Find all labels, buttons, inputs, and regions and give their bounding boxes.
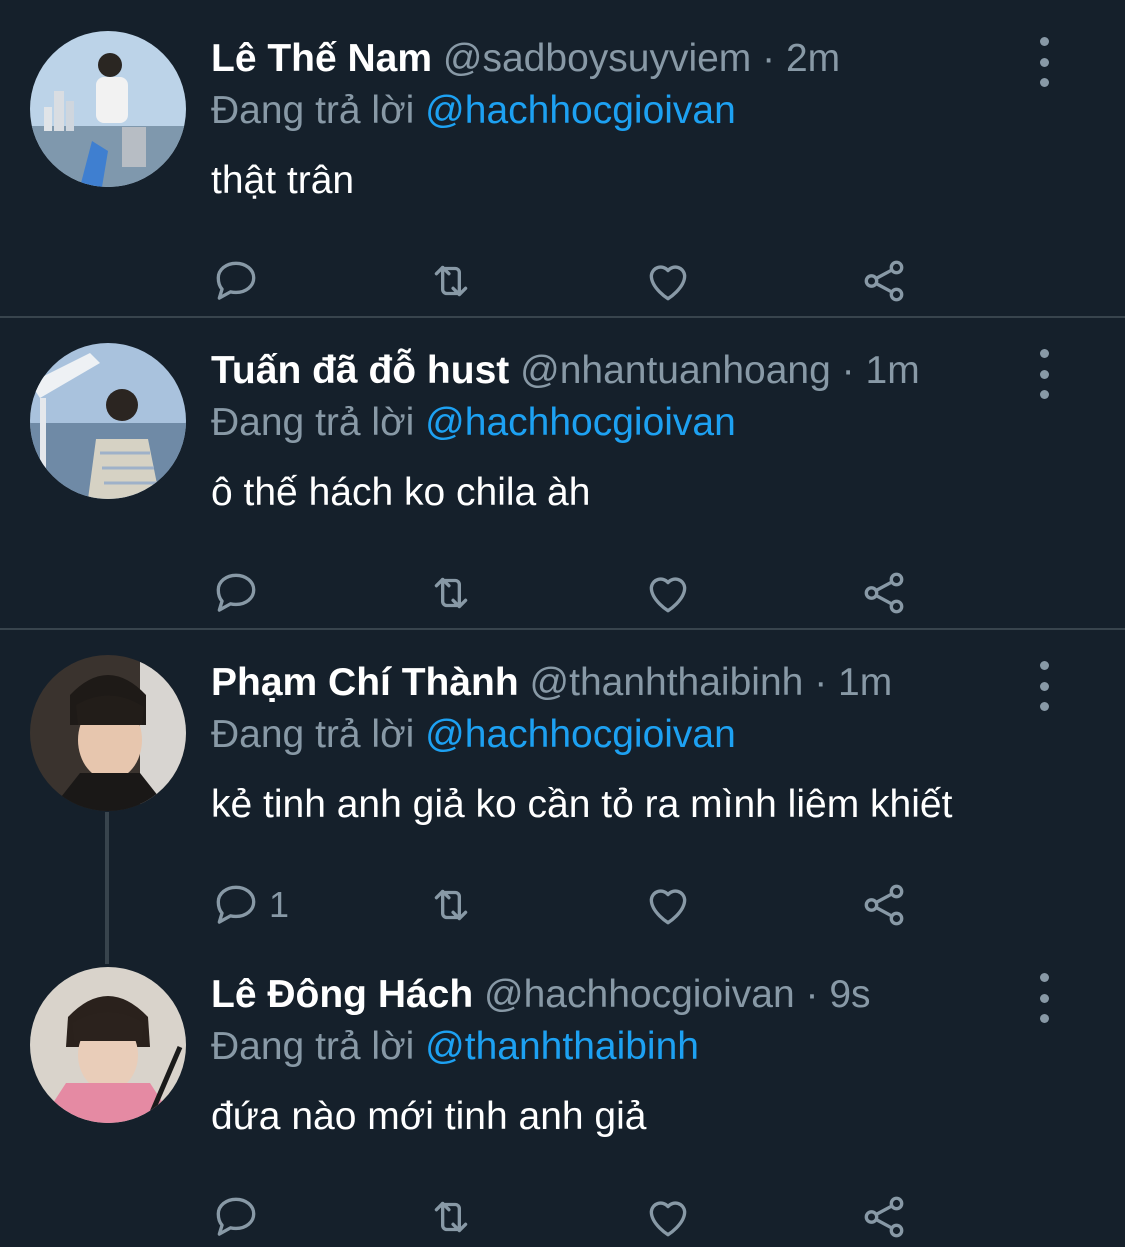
- retweet-icon: [434, 1201, 468, 1233]
- replying-to-label: Đang trả lời: [211, 401, 415, 444]
- tweet-text: thật trân: [211, 159, 355, 202]
- tweet-text: ô thế hách ko chila àh: [211, 471, 591, 514]
- heart-icon: [649, 1201, 687, 1237]
- separator-dot: ·: [841, 349, 855, 392]
- more-vertical-icon[interactable]: [1026, 661, 1062, 711]
- avatar-photo: [30, 343, 186, 499]
- display-name[interactable]: Lê Đông Hách: [211, 973, 473, 1016]
- reply-count: 1: [269, 884, 290, 925]
- retweet-button[interactable]: [426, 251, 476, 311]
- reply-button[interactable]: [211, 251, 269, 311]
- tweet-actions: [211, 563, 931, 623]
- timestamp[interactable]: 2m: [786, 37, 840, 80]
- like-button[interactable]: [643, 875, 693, 935]
- replying-to: Đang trả lời @thanhthaibinh: [211, 1019, 699, 1075]
- more-vertical-icon[interactable]: [1026, 349, 1062, 399]
- avatar[interactable]: [30, 967, 186, 1123]
- replying-to-handle[interactable]: @hachhocgioivan: [425, 401, 736, 444]
- reply-icon: [216, 573, 256, 612]
- replying-to-label: Đang trả lời: [211, 1025, 415, 1068]
- tweet-header: Tuấn đã đỗ hust @nhantuanhoang · 1m: [211, 343, 920, 399]
- more-vertical-icon[interactable]: [1026, 973, 1062, 1023]
- reply-icon: [216, 885, 256, 924]
- user-handle[interactable]: @hachhocgioivan: [484, 973, 795, 1016]
- share-button[interactable]: [859, 251, 909, 311]
- reply-button[interactable]: 1: [211, 875, 289, 935]
- display-name[interactable]: Phạm Chí Thành: [211, 661, 519, 704]
- tweet-header: Lê Đông Hách @hachhocgioivan · 9s: [211, 967, 871, 1023]
- thread-connector: [105, 812, 109, 964]
- retweet-icon: [434, 577, 468, 609]
- replying-to-handle[interactable]: @hachhocgioivan: [425, 89, 736, 132]
- avatar-photo: [30, 31, 186, 187]
- avatar[interactable]: [30, 655, 186, 811]
- avatar[interactable]: [30, 343, 186, 499]
- avatar-photo: [30, 967, 186, 1123]
- share-icon: [864, 572, 904, 614]
- share-icon: [864, 884, 904, 926]
- replying-to: Đang trả lời @hachhocgioivan: [211, 707, 736, 763]
- like-button[interactable]: [643, 251, 693, 311]
- reply-icon: [216, 261, 256, 300]
- user-handle[interactable]: @sadboysuyviem: [443, 37, 751, 80]
- tweet-text: đứa nào mới tinh anh giả: [211, 1095, 647, 1138]
- tweet-actions: [211, 251, 931, 311]
- like-button[interactable]: [643, 1187, 693, 1247]
- more-vertical-icon[interactable]: [1026, 37, 1062, 87]
- share-icon: [864, 1196, 904, 1238]
- tweet-header: Phạm Chí Thành @thanhthaibinh · 1m: [211, 655, 892, 711]
- reply-button[interactable]: [211, 563, 269, 623]
- divider: [0, 316, 1125, 318]
- tweet-text: kẻ tinh anh giả ko cần tỏ ra mình liêm k…: [211, 783, 953, 826]
- separator-dot: ·: [805, 973, 819, 1016]
- reply-button[interactable]: [211, 1187, 269, 1247]
- share-button[interactable]: [859, 1187, 909, 1247]
- tweet-header: Lê Thế Nam @sadboysuyviem · 2m: [211, 31, 840, 87]
- retweet-icon: [434, 889, 468, 921]
- heart-icon: [649, 265, 687, 301]
- divider: [0, 628, 1125, 630]
- retweet-button[interactable]: [426, 875, 476, 935]
- avatar[interactable]: [30, 31, 186, 187]
- heart-icon: [649, 889, 687, 925]
- like-button[interactable]: [643, 563, 693, 623]
- share-icon: [864, 260, 904, 302]
- heart-icon: [649, 577, 687, 613]
- display-name[interactable]: Tuấn đã đỗ hust: [211, 349, 509, 392]
- reply-icon: [216, 1197, 256, 1236]
- timestamp[interactable]: 1m: [866, 349, 920, 392]
- retweet-icon: [434, 265, 468, 297]
- tweet-actions: 1: [211, 875, 931, 935]
- share-button[interactable]: [859, 875, 909, 935]
- display-name[interactable]: Lê Thế Nam: [211, 37, 432, 80]
- replying-to-handle[interactable]: @thanhthaibinh: [425, 1025, 699, 1068]
- replying-to: Đang trả lời @hachhocgioivan: [211, 83, 736, 139]
- separator-dot: ·: [762, 37, 776, 80]
- avatar-photo: [30, 655, 186, 811]
- retweet-button[interactable]: [426, 563, 476, 623]
- replying-to-label: Đang trả lời: [211, 89, 415, 132]
- separator-dot: ·: [814, 661, 828, 704]
- timestamp[interactable]: 1m: [838, 661, 892, 704]
- user-handle[interactable]: @thanhthaibinh: [530, 661, 804, 704]
- replying-to: Đang trả lời @hachhocgioivan: [211, 395, 736, 451]
- replying-to-label: Đang trả lời: [211, 713, 415, 756]
- user-handle[interactable]: @nhantuanhoang: [520, 349, 831, 392]
- retweet-button[interactable]: [426, 1187, 476, 1247]
- share-button[interactable]: [859, 563, 909, 623]
- tweet-actions: [211, 1187, 931, 1247]
- timestamp[interactable]: 9s: [829, 973, 870, 1016]
- replying-to-handle[interactable]: @hachhocgioivan: [425, 713, 736, 756]
